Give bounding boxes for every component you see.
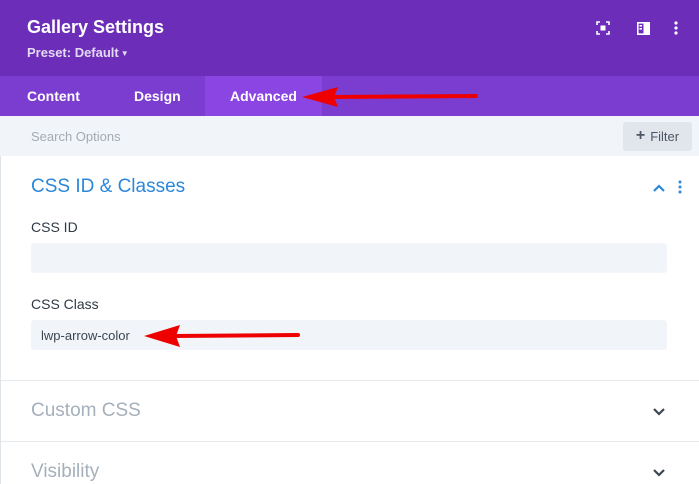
section-title-custom-css[interactable]: Custom CSS: [31, 400, 141, 422]
search-input[interactable]: [16, 122, 606, 150]
caret-down-icon: ▼: [120, 49, 129, 58]
plus-icon: +: [635, 127, 646, 144]
more-vertical-icon[interactable]: [668, 20, 684, 36]
chevron-up-icon[interactable]: [652, 183, 666, 193]
tab-content[interactable]: Content: [27, 76, 80, 116]
css-class-label: CSS Class: [31, 296, 99, 312]
preset-label: Preset: Default: [27, 45, 119, 60]
section-title-visibility[interactable]: Visibility: [31, 461, 99, 483]
modal-title: Gallery Settings: [27, 17, 165, 37]
filter-button[interactable]: + Filter: [623, 122, 692, 151]
css-id-input[interactable]: [31, 243, 667, 273]
preset-dropdown[interactable]: Preset: Default ▼: [27, 45, 129, 60]
section-divider: [1, 441, 699, 442]
section-divider: [1, 380, 699, 381]
modal-header: Gallery Settings Preset: Default ▼: [0, 0, 699, 76]
annotation-arrow-icon: [302, 87, 478, 107]
split-view-icon[interactable]: [635, 20, 651, 36]
annotation-arrow-icon: [144, 325, 300, 347]
search-bar: [0, 116, 699, 156]
css-class-input[interactable]: [31, 320, 667, 350]
filter-label: Filter: [650, 129, 680, 144]
tab-design[interactable]: Design: [134, 76, 181, 116]
section-options-icon[interactable]: [677, 180, 683, 194]
chevron-down-icon[interactable]: [652, 468, 666, 478]
section-title-css-id-classes[interactable]: CSS ID & Classes: [31, 176, 185, 198]
css-id-label: CSS ID: [31, 219, 78, 235]
expand-icon[interactable]: [595, 20, 611, 36]
chevron-down-icon[interactable]: [652, 407, 666, 417]
